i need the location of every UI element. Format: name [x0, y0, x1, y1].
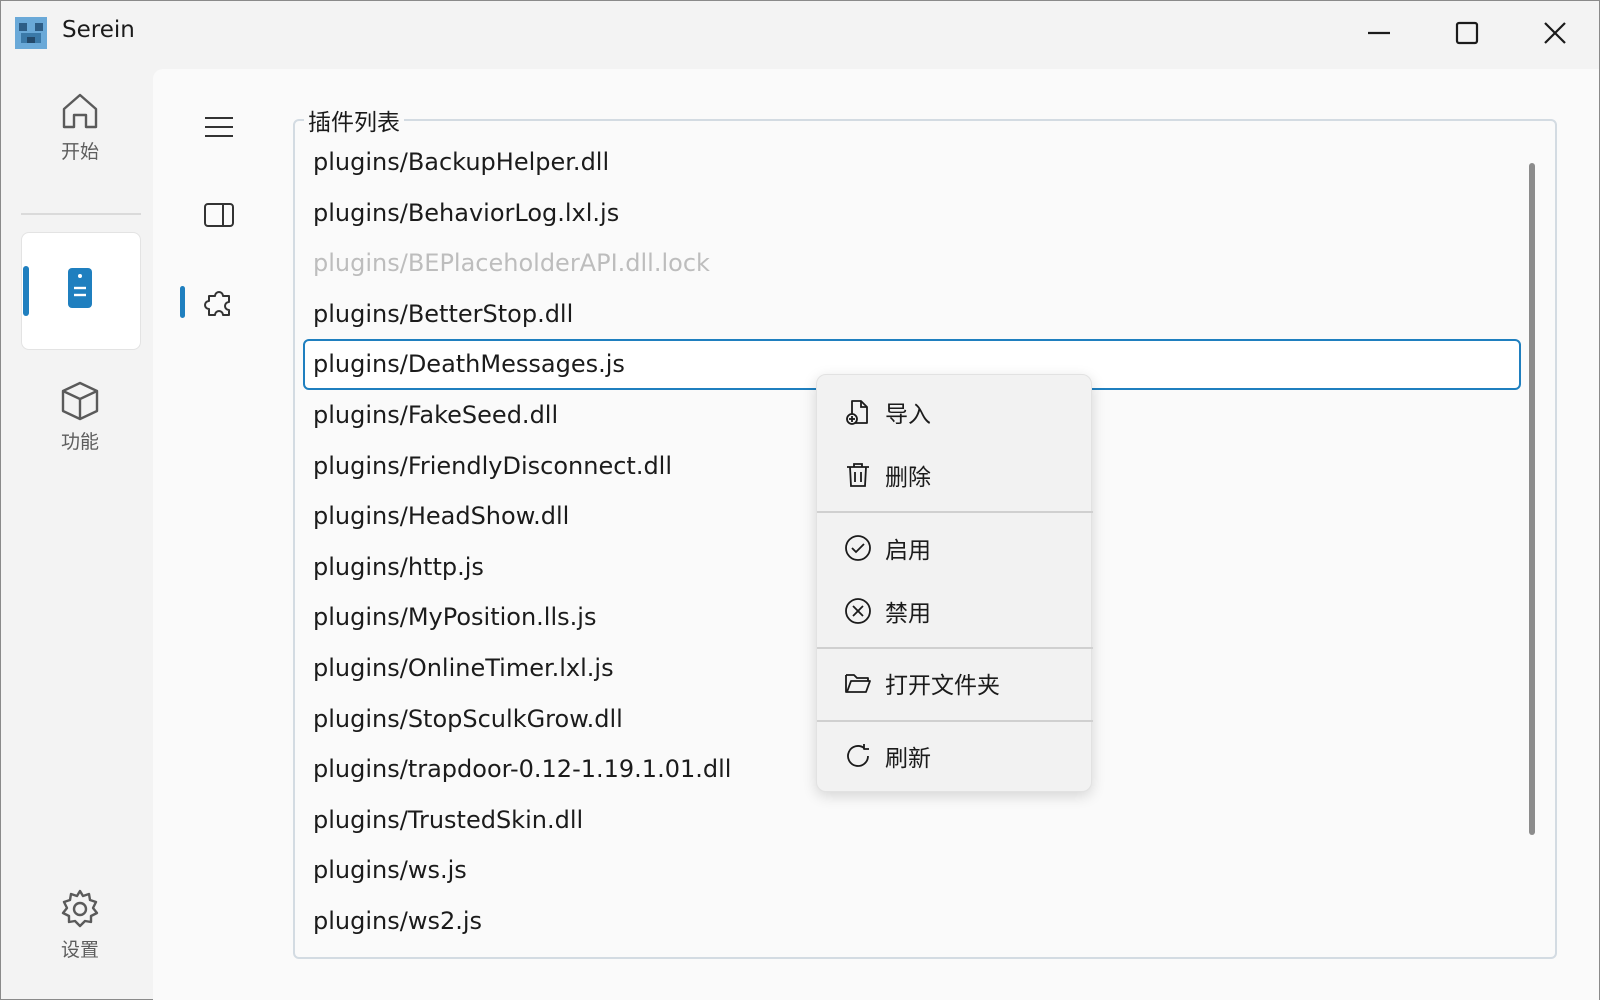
plugin-list-item[interactable]: plugins/ws.js: [303, 845, 1521, 896]
home-icon: [62, 93, 98, 129]
context-menu: 导入 删除 启用 禁用 打开文件夹 刷新: [816, 374, 1093, 792]
nav-label-settings: 设置: [60, 939, 99, 961]
menu-label-refresh: 刷新: [885, 746, 931, 772]
subnav-panel-button[interactable]: [197, 193, 241, 237]
nav-item-features[interactable]: 功能: [21, 379, 139, 454]
menu-label-enable: 启用: [885, 538, 931, 564]
panel-icon: [204, 203, 234, 227]
title-bar[interactable]: Serein: [1, 1, 1599, 65]
menu-item-enable[interactable]: 启用: [817, 523, 1093, 573]
window-title: Serein: [62, 17, 135, 43]
menu-separator: [817, 647, 1093, 649]
minimize-icon: [1368, 31, 1390, 35]
nav-label-home: 开始: [60, 141, 99, 163]
puzzle-icon: [204, 291, 230, 316]
plugin-list-scrollbar[interactable]: [1529, 163, 1535, 835]
cube-icon: [61, 381, 99, 421]
plugin-list-title: 插件列表: [304, 103, 404, 137]
menu-label-delete: 删除: [885, 465, 931, 491]
nav-item-settings[interactable]: 设置: [21, 887, 139, 962]
app-logo-icon: [15, 17, 47, 49]
plugin-list-item[interactable]: plugins/BackupHelper.dll: [303, 137, 1521, 188]
trash-icon: [843, 460, 873, 490]
subnav-plugins-button[interactable]: [197, 281, 241, 325]
menu-separator: [817, 720, 1093, 722]
menu-icon: [205, 117, 233, 137]
plugin-list-item[interactable]: plugins/ws2.js: [303, 896, 1521, 947]
minimize-button[interactable]: [1349, 11, 1409, 55]
menu-item-open-folder[interactable]: 打开文件夹: [817, 658, 1093, 708]
file-add-icon: [843, 397, 873, 427]
menu-item-refresh[interactable]: 刷新: [817, 731, 1093, 781]
subnav-selection-indicator: [180, 286, 185, 318]
menu-item-disable[interactable]: 禁用: [817, 586, 1093, 636]
app-window: Serein 开始 功能 设置 插件列表 plugins/BackupHelpe…: [0, 0, 1600, 1000]
refresh-icon: [843, 741, 873, 771]
nav-label-features: 功能: [60, 431, 99, 453]
menu-label-import: 导入: [885, 402, 931, 428]
server-icon: [67, 267, 93, 313]
menu-separator: [817, 511, 1093, 513]
plugin-list-item[interactable]: plugins/BetterStop.dll: [303, 289, 1521, 340]
close-icon: [1544, 22, 1566, 44]
menu-item-import[interactable]: 导入: [817, 387, 1093, 437]
maximize-button[interactable]: [1437, 11, 1497, 55]
gear-icon: [61, 889, 99, 928]
menu-label-open-folder: 打开文件夹: [885, 673, 1000, 699]
plugin-list-item[interactable]: plugins/BehaviorLog.lxl.js: [303, 188, 1521, 239]
menu-label-disable: 禁用: [885, 601, 931, 627]
menu-item-delete[interactable]: 删除: [817, 450, 1093, 500]
plugin-list-item[interactable]: plugins/TrustedSkin.dll: [303, 795, 1521, 846]
folder-open-icon: [843, 668, 873, 698]
close-button[interactable]: [1525, 11, 1585, 55]
nav-divider: [21, 213, 141, 215]
subnav-menu-button[interactable]: [197, 105, 241, 149]
plugin-list-item-disabled[interactable]: plugins/BEPlaceholderAPI.dll.lock: [303, 238, 1521, 289]
maximize-icon: [1455, 21, 1479, 45]
check-circle-icon: [843, 533, 873, 563]
nav-selection-indicator: [23, 266, 29, 316]
x-circle-icon: [843, 596, 873, 626]
nav-item-home[interactable]: 开始: [21, 89, 139, 164]
